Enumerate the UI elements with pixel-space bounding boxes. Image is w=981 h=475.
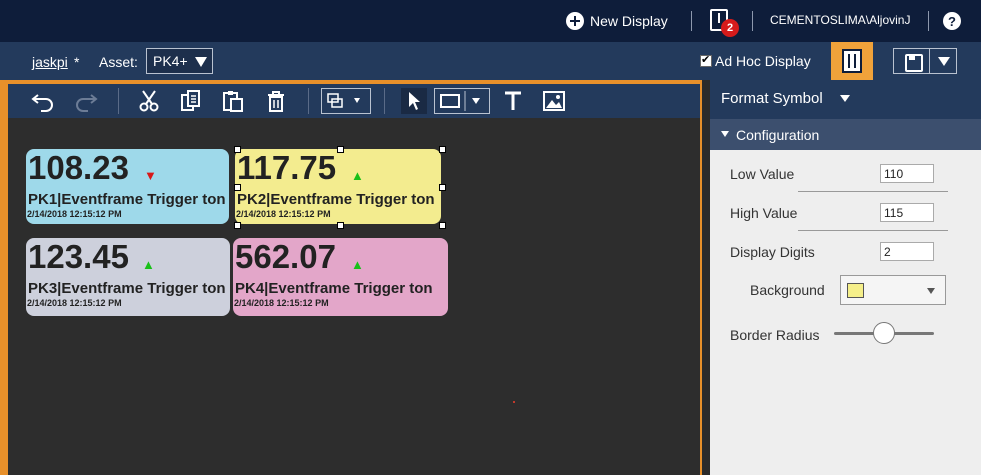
top-bar: New Display 2 CEMENTOSLIMA\AljovinJ ? xyxy=(0,0,981,42)
resize-handle[interactable] xyxy=(439,184,446,191)
save-options-chevron-icon[interactable] xyxy=(930,49,956,73)
redo-icon[interactable] xyxy=(73,90,99,112)
resize-handle[interactable] xyxy=(439,222,446,229)
high-value-input[interactable]: 115 xyxy=(880,203,934,222)
image-icon[interactable] xyxy=(541,90,567,112)
select-pointer-icon[interactable] xyxy=(401,88,427,114)
adhoc-display-label: Ad Hoc Display xyxy=(715,53,811,69)
notification-badge: 2 xyxy=(721,19,739,37)
trend-up-icon: ▲ xyxy=(351,257,364,272)
configuration-panel xyxy=(710,150,981,475)
format-panel-title: Format Symbol xyxy=(721,90,823,107)
resize-handle[interactable] xyxy=(234,184,241,191)
symbol-timestamp: 2/14/2018 12:15:12 PM xyxy=(27,209,122,219)
adhoc-display-toggle[interactable]: Ad Hoc Display xyxy=(700,53,811,69)
asset-select[interactable]: PK4+ xyxy=(146,48,213,74)
value-symbol-tile[interactable]: 562.07 ▲ PK4|Eventframe Trigger ton 2/14… xyxy=(233,238,448,316)
notifications-button[interactable]: 2 xyxy=(710,9,739,37)
value-symbol-tile[interactable]: 117.75 ▲ PK2|Eventframe Trigger ton 2/14… xyxy=(235,149,441,224)
copy-icon[interactable] xyxy=(178,90,204,112)
resize-handle[interactable] xyxy=(234,222,241,229)
display-header-bar: jaskpi * Asset: PK4+ Ad Hoc Display xyxy=(0,42,981,80)
symbol-label: PK1|Eventframe Trigger ton xyxy=(28,191,226,208)
symbol-label: PK3|Eventframe Trigger ton xyxy=(28,280,226,297)
value-symbol-tile[interactable]: 123.45 ▲ PK3|Eventframe Trigger ton 2/14… xyxy=(26,238,230,316)
resize-handle[interactable] xyxy=(234,146,241,153)
add-circle-icon xyxy=(566,12,584,30)
display-name-link[interactable]: jaskpi xyxy=(32,54,68,70)
user-name[interactable]: CEMENTOSLIMA\AljovinJ xyxy=(770,13,910,27)
background-color-picker[interactable] xyxy=(840,275,946,305)
symbol-label: PK2|Eventframe Trigger ton xyxy=(237,191,435,208)
high-value-label: High Value xyxy=(730,205,798,221)
format-panel-header[interactable]: Format Symbol xyxy=(710,80,981,119)
divider xyxy=(691,11,692,31)
new-display-button[interactable]: New Display xyxy=(566,11,668,31)
paste-icon[interactable] xyxy=(220,90,246,112)
editor-toolbar xyxy=(8,84,700,118)
undo-icon[interactable] xyxy=(30,90,56,112)
resize-handle[interactable] xyxy=(337,146,344,153)
divider xyxy=(752,11,753,31)
configuration-section-title: Configuration xyxy=(736,127,820,143)
symbol-timestamp: 2/14/2018 12:15:12 PM xyxy=(236,209,331,219)
new-display-label: New Display xyxy=(590,13,668,29)
chevron-down-icon xyxy=(195,57,207,67)
color-swatch xyxy=(847,283,864,298)
symbol-timestamp: 2/14/2018 12:15:12 PM xyxy=(27,298,122,308)
divider xyxy=(928,11,929,31)
symbol-label: PK4|Eventframe Trigger ton xyxy=(235,280,433,297)
edit-mode-button[interactable] xyxy=(831,42,873,80)
help-icon[interactable]: ? xyxy=(943,12,961,30)
border-radius-slider-handle[interactable] xyxy=(873,322,895,344)
delete-icon[interactable] xyxy=(263,90,289,112)
low-value-label: Low Value xyxy=(730,166,795,182)
display-digits-label: Display Digits xyxy=(730,244,815,260)
toolbar-divider xyxy=(118,88,119,114)
display-digits-input[interactable]: 2 xyxy=(880,242,934,261)
toolbar-divider xyxy=(308,88,309,114)
cut-icon[interactable] xyxy=(136,90,162,112)
configuration-section-header[interactable]: Configuration xyxy=(710,119,981,150)
symbol-timestamp: 2/14/2018 12:15:12 PM xyxy=(234,298,329,308)
asset-select-value: PK4+ xyxy=(153,53,188,69)
symbol-value: 117.75 xyxy=(237,149,337,186)
resize-handle[interactable] xyxy=(337,222,344,229)
unsaved-indicator: * xyxy=(74,54,80,70)
adhoc-display-checkbox[interactable] xyxy=(700,53,712,67)
trend-down-icon: ▼ xyxy=(144,168,157,183)
asset-label: Asset: xyxy=(99,54,138,70)
divider xyxy=(798,191,948,192)
low-value-input[interactable]: 110 xyxy=(880,164,934,183)
value-symbol-tile[interactable]: 108.23 ▼ PK1|Eventframe Trigger ton 2/14… xyxy=(26,149,229,224)
rectangle-icon xyxy=(440,91,480,111)
text-icon[interactable] xyxy=(500,90,526,112)
symbol-value: 123.45 xyxy=(28,238,129,275)
border-radius-label: Border Radius xyxy=(730,327,820,343)
toolbar-divider xyxy=(384,88,385,114)
arrange-icon xyxy=(327,93,360,108)
edit-pencil-icon xyxy=(842,49,862,73)
resize-handle[interactable] xyxy=(439,146,446,153)
symbol-value: 562.07 xyxy=(235,238,336,275)
symbol-value: 108.23 xyxy=(28,149,129,186)
trend-up-icon: ▲ xyxy=(351,168,364,183)
trend-up-icon: ▲ xyxy=(142,257,155,272)
arrange-dropdown[interactable] xyxy=(321,88,371,114)
background-label: Background xyxy=(750,282,825,298)
save-button-group xyxy=(893,48,957,74)
shape-dropdown[interactable] xyxy=(434,88,490,114)
canvas-marker xyxy=(513,401,515,403)
divider xyxy=(798,230,948,231)
collapse-triangle-icon xyxy=(721,131,729,137)
save-icon[interactable] xyxy=(894,49,930,73)
chevron-down-icon xyxy=(927,288,935,294)
chevron-down-icon xyxy=(840,95,850,102)
